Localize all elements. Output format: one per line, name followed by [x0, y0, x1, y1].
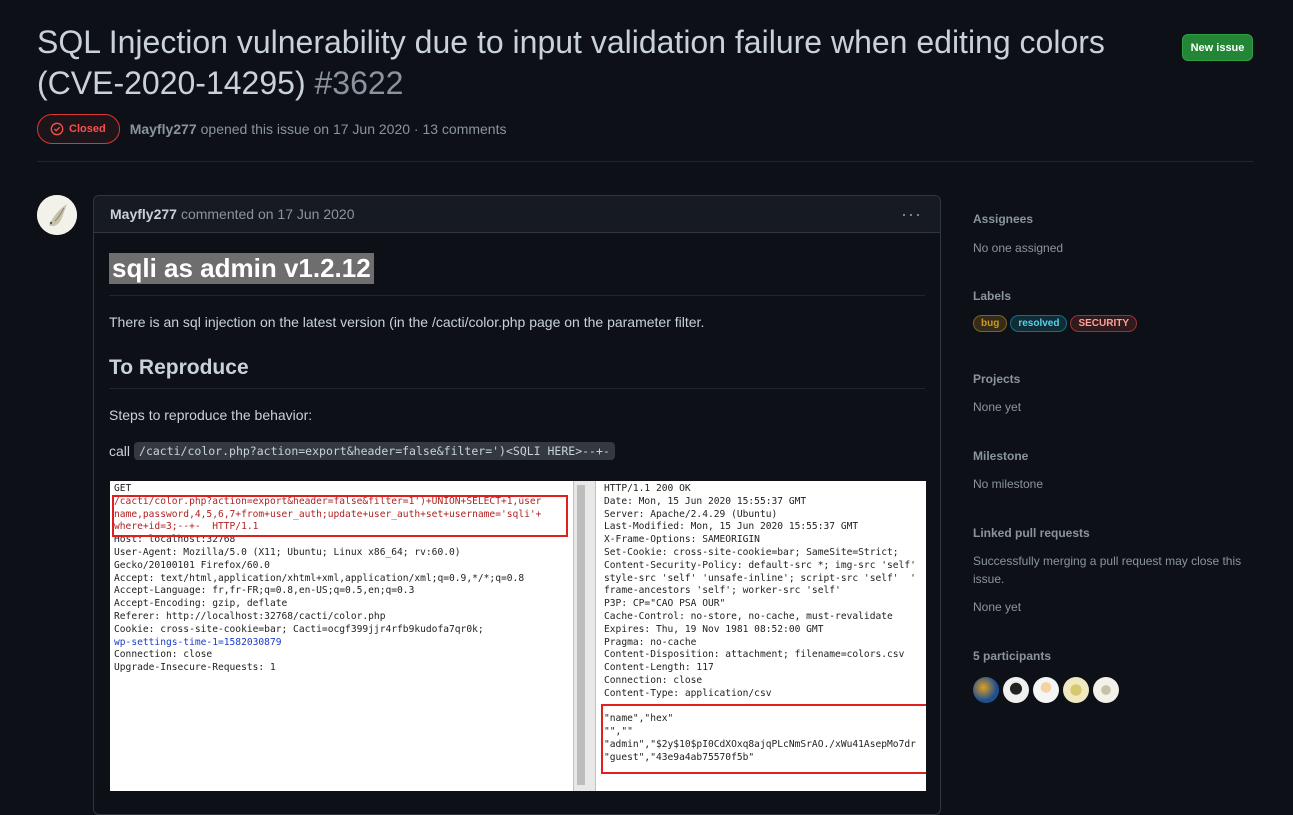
response-line: Set-Cookie: cross-site-cookie=bar; SameS…: [604, 546, 899, 558]
issue-number: #3622: [314, 65, 404, 101]
participants-label: 5 participants: [973, 649, 1052, 663]
issue-meta: Closed Mayfly277 opened this issue on 17…: [37, 113, 507, 145]
label-bug[interactable]: bug: [973, 315, 1008, 332]
response-line: style-src 'self' 'unsafe-inline'; script…: [604, 572, 916, 584]
issue-author-link[interactable]: Mayfly277: [130, 121, 197, 137]
participant-avatar[interactable]: [1093, 677, 1119, 703]
response-line: frame-ancestors 'self'; worker-src 'self…: [604, 585, 841, 597]
linked-prs-label[interactable]: Linked pull requests: [973, 526, 1253, 540]
issue-title: SQL Injection vulnerability due to input…: [37, 22, 1157, 104]
label-security[interactable]: SECURITY: [1070, 315, 1138, 332]
request-line: wp-settings-time-1=1582030879: [114, 636, 282, 648]
comment-heading: sqli as admin v1.2.12: [109, 253, 374, 284]
request-line: Gecko/20100101 Firefox/60.0: [114, 559, 270, 571]
scrollbar-thumb: [577, 485, 585, 785]
sidebar-participants: 5 participants: [973, 649, 1253, 703]
projects-value: None yet: [973, 400, 1022, 414]
state-label: Closed: [69, 123, 106, 135]
request-line: Referer: http://localhost:32768/cacti/co…: [114, 610, 386, 622]
response-line: P3P: CP="CAO PSA OUR": [604, 598, 726, 610]
issue-comment: Mayfly277 commented on 17 Jun 2020 ··· s…: [93, 195, 941, 815]
linked-prs-value: None yet: [973, 600, 1022, 614]
sidebar-linked-prs: Linked pull requests Successfully mergin…: [973, 526, 1253, 616]
response-highlight-box: [601, 704, 926, 774]
milestone-value: No milestone: [973, 477, 1044, 491]
pane-scrollbar: [573, 481, 596, 791]
sidebar-assignees: Assignees No one assigned: [973, 212, 1253, 257]
comment-body: sqli as admin v1.2.12 There is an sql in…: [94, 233, 940, 460]
comment-intro: There is an sql injection on the latest …: [109, 314, 705, 330]
repro-divider: [109, 388, 925, 389]
call-code: /cacti/color.php?action=export&header=fa…: [134, 442, 615, 460]
sidebar-milestone: Milestone No milestone: [973, 449, 1253, 493]
request-line: Accept-Language: fr,fr-FR;q=0.8,en-US;q=…: [114, 585, 415, 597]
call-line: call /cacti/color.php?action=export&head…: [109, 442, 925, 460]
request-line: Connection: close: [114, 649, 213, 661]
comment-author-link[interactable]: Mayfly277: [110, 206, 177, 222]
response-line: Content-Length: 117: [604, 662, 714, 674]
linked-prs-description: Successfully merging a pull request may …: [973, 554, 1242, 586]
burp-screenshot: GET/cacti/color.php?action=export&header…: [110, 481, 926, 791]
response-line: Content-Security-Policy: default-src *; …: [604, 559, 916, 571]
comment-header: Mayfly277 commented on 17 Jun 2020 ···: [94, 196, 940, 233]
request-line: Accept: text/html,application/xhtml+xml,…: [114, 572, 525, 584]
response-line: Date: Mon, 15 Jun 2020 15:55:37 GMT: [604, 495, 807, 507]
response-line: Content-Type: application/csv: [604, 687, 772, 699]
response-line: Expires: Thu, 19 Nov 1981 08:52:00 GMT: [604, 623, 824, 635]
call-label: call: [109, 443, 131, 459]
kebab-horizontal-icon[interactable]: ···: [901, 204, 922, 225]
issue-title-text: SQL Injection vulnerability due to input…: [37, 24, 1105, 101]
request-line: Upgrade-Insecure-Requests: 1: [114, 662, 276, 674]
response-line: Last-Modified: Mon, 15 Jun 2020 15:55:37…: [604, 521, 859, 533]
sidebar-labels: Labels bug resolved SECURITY: [973, 289, 1253, 332]
response-line: Content-Disposition: attachment; filenam…: [604, 649, 905, 661]
comment-date[interactable]: commented on 17 Jun 2020: [181, 206, 355, 222]
steps-text: Steps to reproduce the behavior:: [109, 407, 313, 423]
response-line: Pragma: no-cache: [604, 636, 697, 648]
request-line: GET: [114, 483, 132, 494]
labels-list: bug resolved SECURITY: [973, 315, 1253, 332]
heading-divider: [109, 295, 925, 296]
response-line: Server: Apache/2.4.29 (Ubuntu): [604, 508, 778, 520]
bird-avatar-icon: [37, 195, 77, 235]
labels-label[interactable]: Labels: [973, 289, 1253, 303]
state-badge: Closed: [37, 114, 120, 144]
repro-heading: To Reproduce: [109, 356, 249, 379]
closed-issue-icon: [50, 122, 64, 136]
request-line: Cookie: cross-site-cookie=bar; Cacti=ocg…: [114, 623, 484, 635]
participant-avatar[interactable]: [1003, 677, 1029, 703]
assignees-label[interactable]: Assignees: [973, 212, 1253, 226]
response-line: Connection: close: [604, 674, 703, 686]
participants-avatars: [973, 677, 1253, 703]
request-highlight-box: [112, 495, 568, 537]
header-divider: [37, 161, 1253, 162]
author-avatar[interactable]: [37, 195, 77, 235]
participant-avatar[interactable]: [1063, 677, 1089, 703]
participant-avatar[interactable]: [1033, 677, 1059, 703]
label-resolved[interactable]: resolved: [1010, 315, 1068, 332]
assignees-value: No one assigned: [973, 241, 1064, 255]
projects-label[interactable]: Projects: [973, 372, 1253, 386]
request-line: User-Agent: Mozilla/5.0 (X11; Ubuntu; Li…: [114, 546, 461, 558]
milestone-label[interactable]: Milestone: [973, 449, 1253, 463]
sidebar-projects: Projects None yet: [973, 372, 1253, 416]
issue-opened-text: opened this issue on 17 Jun 2020 · 13 co…: [200, 121, 507, 137]
response-line: X-Frame-Options: SAMEORIGIN: [604, 534, 760, 546]
new-issue-button[interactable]: New issue: [1182, 34, 1253, 61]
response-line: HTTP/1.1 200 OK: [604, 483, 691, 494]
request-line: Accept-Encoding: gzip, deflate: [114, 598, 288, 610]
response-line: Cache-Control: no-store, no-cache, must-…: [604, 610, 893, 622]
participant-avatar[interactable]: [973, 677, 999, 703]
